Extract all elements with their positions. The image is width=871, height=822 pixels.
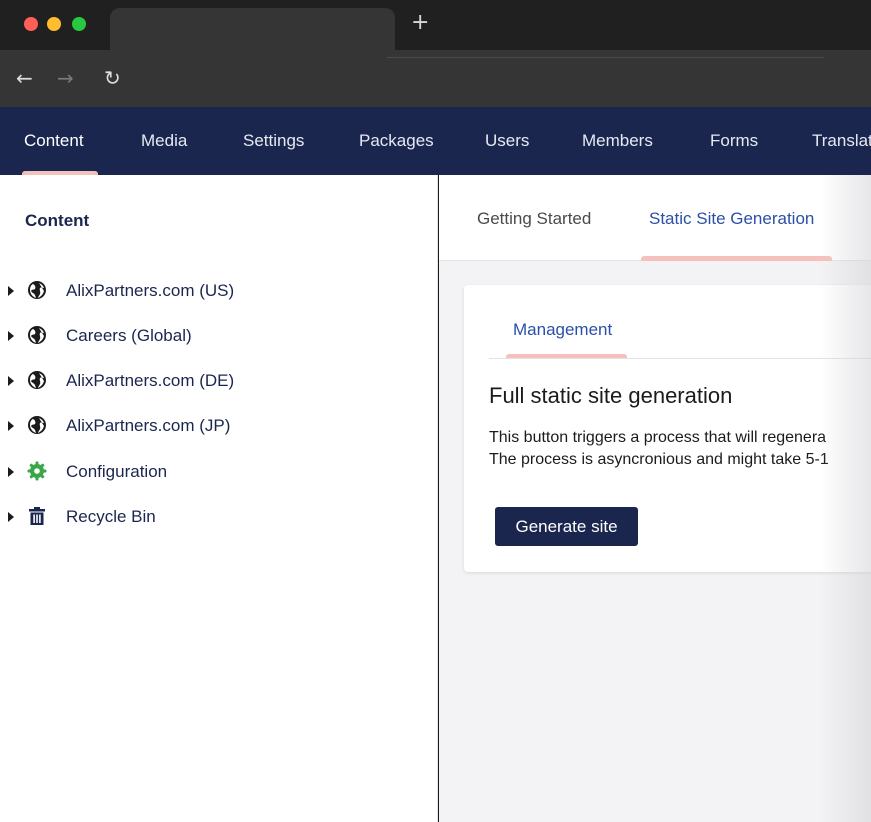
tree-item-configuration[interactable]: Configuration bbox=[0, 457, 437, 487]
globe-icon bbox=[28, 281, 46, 299]
app-header-nav: Content Media Settings Packages Users Me… bbox=[0, 107, 871, 175]
tab-static-site-generation[interactable]: Static Site Generation bbox=[649, 209, 814, 229]
tree-item-label: Recycle Bin bbox=[66, 507, 156, 526]
nav-settings[interactable]: Settings bbox=[243, 107, 304, 175]
nav-content[interactable]: Content bbox=[22, 107, 97, 175]
expand-caret-icon[interactable] bbox=[8, 376, 14, 386]
tree-item-careers-global[interactable]: Careers (Global) bbox=[0, 321, 437, 351]
card-description: This button triggers a process that will… bbox=[489, 427, 829, 471]
description-line: The process is asyncronious and might ta… bbox=[489, 451, 829, 468]
expand-caret-icon[interactable] bbox=[8, 421, 14, 431]
tree-item-label: AlixPartners.com (DE) bbox=[66, 371, 235, 390]
tree-item-label: Careers (Global) bbox=[66, 326, 192, 345]
trash-icon bbox=[29, 507, 45, 525]
browser-tab-bar: + bbox=[0, 0, 871, 50]
expand-caret-icon[interactable] bbox=[8, 331, 14, 341]
tab-management[interactable]: Management bbox=[513, 320, 612, 340]
minimize-window-button[interactable] bbox=[47, 17, 61, 31]
globe-icon bbox=[28, 326, 46, 344]
static-site-card: Management Full static site generation T… bbox=[464, 285, 871, 572]
globe-icon bbox=[28, 416, 46, 434]
nav-translation[interactable]: Translat bbox=[812, 107, 871, 175]
browser-tab[interactable] bbox=[110, 8, 395, 50]
gear-icon bbox=[27, 461, 47, 481]
nav-users[interactable]: Users bbox=[485, 107, 529, 175]
browser-toolbar: ← → ↻ bbox=[0, 50, 871, 107]
reload-icon[interactable]: ↻ bbox=[104, 66, 121, 90]
forward-arrow-icon[interactable]: → bbox=[57, 66, 74, 90]
nav-media[interactable]: Media bbox=[141, 107, 187, 175]
nav-packages[interactable]: Packages bbox=[359, 107, 434, 175]
maximize-window-button[interactable] bbox=[72, 17, 86, 31]
nav-members[interactable]: Members bbox=[582, 107, 653, 175]
tree-item-label: AlixPartners.com (US) bbox=[66, 281, 235, 300]
description-line: This button triggers a process that will… bbox=[489, 429, 827, 446]
tree-item-label: AlixPartners.com (JP) bbox=[66, 416, 231, 435]
sidebar-title: Content bbox=[25, 211, 90, 230]
main-panel: Getting Started Static Site Generation M… bbox=[439, 175, 871, 822]
expand-caret-icon[interactable] bbox=[8, 512, 14, 522]
tree-item-alixpartners-us[interactable]: AlixPartners.com (US) bbox=[0, 276, 437, 306]
nav-forms[interactable]: Forms bbox=[710, 107, 758, 175]
tree-item-label: Configuration bbox=[66, 462, 168, 481]
dashboard-tabs: Getting Started Static Site Generation bbox=[439, 175, 871, 261]
close-window-button[interactable] bbox=[24, 17, 38, 31]
tree-item-alixpartners-jp[interactable]: AlixPartners.com (JP) bbox=[0, 411, 437, 441]
globe-icon bbox=[28, 371, 46, 389]
tab-getting-started[interactable]: Getting Started bbox=[477, 209, 591, 229]
card-heading: Full static site generation bbox=[489, 383, 733, 408]
expand-caret-icon[interactable] bbox=[8, 286, 14, 296]
tree-item-recycle-bin[interactable]: Recycle Bin bbox=[0, 502, 437, 532]
toolbar-divider bbox=[387, 57, 824, 58]
card-divider bbox=[489, 358, 871, 359]
expand-caret-icon[interactable] bbox=[8, 467, 14, 477]
back-arrow-icon[interactable]: ← bbox=[16, 66, 33, 90]
content-tree-sidebar: Content AlixPartners.com (US) Careers (G… bbox=[0, 175, 438, 822]
active-tab-indicator bbox=[641, 256, 832, 261]
new-tab-button[interactable]: + bbox=[411, 10, 429, 36]
generate-site-button[interactable]: Generate site bbox=[495, 507, 638, 546]
tree-item-alixpartners-de[interactable]: AlixPartners.com (DE) bbox=[0, 366, 437, 396]
